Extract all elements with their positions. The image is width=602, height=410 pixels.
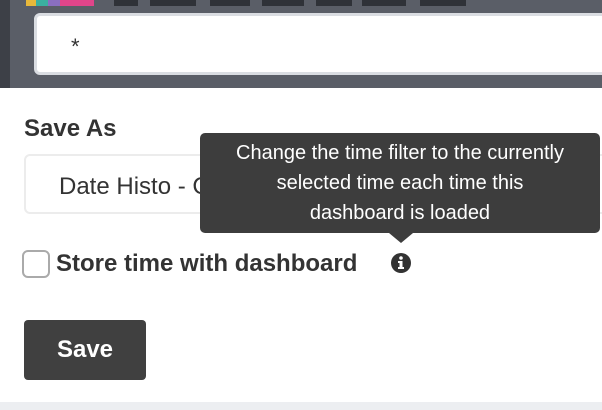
tooltip: Change the time filter to the currently … [200, 133, 600, 233]
search-query-input[interactable]: * [34, 13, 602, 75]
store-time-label[interactable]: Store time with dashboard [56, 250, 357, 278]
tooltip-line: dashboard is loaded [309, 202, 491, 224]
toolbar-fragment [262, 0, 304, 6]
info-circle-icon[interactable] [390, 252, 412, 274]
color-strip-pink [60, 0, 94, 6]
save-button[interactable]: Save [24, 320, 146, 380]
color-strip-yellow [26, 0, 36, 6]
search-query-text: * [71, 34, 80, 59]
save-as-label: Save As [24, 115, 117, 142]
color-strip-teal [36, 0, 48, 6]
toolbar-fragment [114, 0, 138, 6]
toolbar-fragment [362, 0, 406, 6]
tooltip-arrow [389, 233, 413, 243]
toolbar-fragment [210, 0, 250, 6]
color-strip-purple [48, 0, 60, 6]
panel-bottom-edge [0, 402, 602, 410]
top-bar: * [0, 0, 602, 88]
toolbar-fragment [316, 0, 352, 6]
left-edge [0, 0, 10, 88]
tooltip-line: Change the time filter to the currently [236, 142, 564, 164]
store-time-checkbox[interactable] [22, 250, 50, 278]
toolbar-fragment [420, 0, 466, 6]
tooltip-line: selected time each time this [276, 172, 524, 194]
toolbar-fragment [150, 0, 196, 6]
